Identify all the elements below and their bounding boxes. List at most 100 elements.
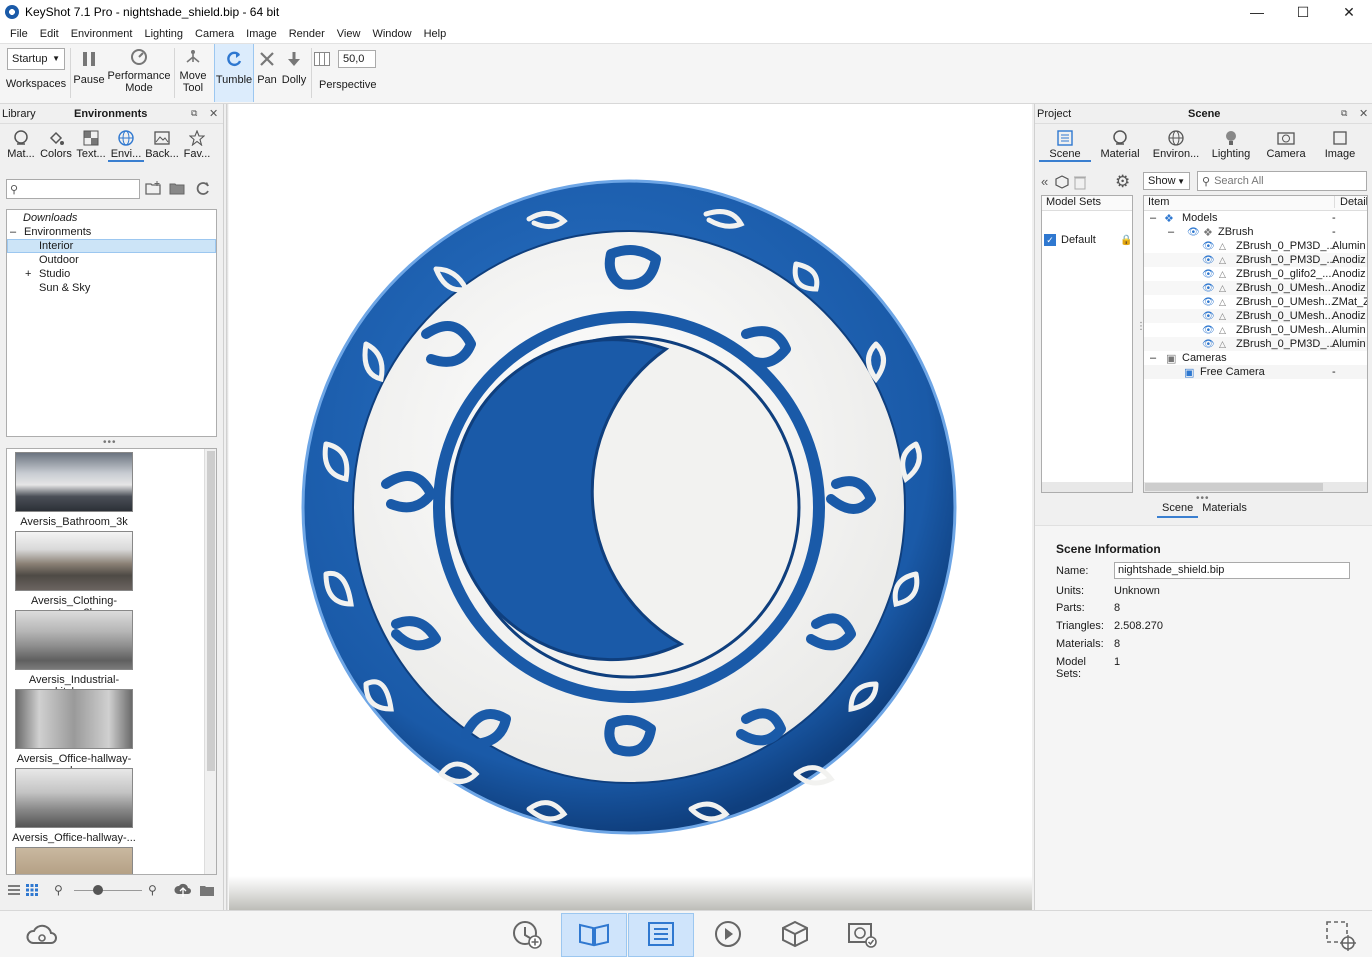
tab-environments[interactable]: Envi... xyxy=(108,128,144,162)
tab-backplates[interactable]: Back... xyxy=(144,128,180,162)
scrollbar-thumb[interactable] xyxy=(207,451,215,771)
subtab-scene[interactable]: Scene xyxy=(1157,502,1199,518)
model-set-default[interactable]: ✓ Default xyxy=(1044,234,1096,246)
menu-camera[interactable]: Camera xyxy=(189,28,240,40)
thumbnail-item[interactable]: Aversis_Bathroom_3k xyxy=(11,452,137,528)
delete-icon[interactable] xyxy=(1073,174,1087,193)
menu-window[interactable]: Window xyxy=(366,28,417,40)
pan-button[interactable]: Pan xyxy=(256,44,278,102)
list-view-icon[interactable] xyxy=(8,884,20,899)
thumbnail-item[interactable]: Aversis_Industrial-kitche... xyxy=(11,610,137,698)
menu-view[interactable]: View xyxy=(331,28,367,40)
tree-row-part[interactable]: 👁 △ ZBrush_0_UMesh... ZMat_Z xyxy=(1144,295,1367,309)
render-button[interactable] xyxy=(829,913,895,957)
grid-view-icon[interactable] xyxy=(26,884,38,899)
tab-favorites[interactable]: Fav... xyxy=(180,128,214,162)
tree-row-part[interactable]: 👁 △ ZBrush_0_PM3D_... Alumin xyxy=(1144,239,1367,253)
tree-row-part[interactable]: 👁 △ ZBrush_0_UMesh... Anodiz xyxy=(1144,281,1367,295)
tree-row-part[interactable]: 👁 △ ZBrush_0_PM3D_... Alumin xyxy=(1144,337,1367,351)
zoom-out-icon[interactable]: ⚲ xyxy=(54,883,63,897)
undock-icon[interactable]: ⧉ xyxy=(1341,108,1347,119)
refresh-icon[interactable] xyxy=(195,180,211,199)
performance-mode-button[interactable]: Performance Mode xyxy=(108,44,171,102)
library-toggle-button[interactable] xyxy=(561,913,627,957)
render-viewport[interactable] xyxy=(226,104,1032,910)
zoom-in-icon[interactable]: ⚲ xyxy=(148,883,157,897)
tree-item-downloads[interactable]: Downloads xyxy=(7,211,216,225)
scene-name-input[interactable]: nightshade_shield.bip xyxy=(1114,562,1350,579)
eye-icon[interactable]: 👁 xyxy=(1202,269,1215,280)
thumbnail-scrollbar[interactable] xyxy=(204,449,216,874)
thumbnail-item[interactable]: Aversis_Office-hallway-d... xyxy=(11,689,137,777)
thumbnail-item[interactable]: Aversis_Clothing-store_3k xyxy=(11,531,137,619)
workspace-select[interactable]: Startup ▼ xyxy=(7,48,65,70)
collapse-icon[interactable]: – xyxy=(1150,212,1156,224)
eye-icon[interactable]: 👁 xyxy=(1202,255,1215,266)
close-panel-icon[interactable]: ✕ xyxy=(1359,107,1368,120)
eye-icon[interactable]: 👁 xyxy=(1202,241,1215,252)
pause-button[interactable]: Pause xyxy=(72,44,106,102)
detail-column-header[interactable]: Detail xyxy=(1334,196,1367,208)
tree-row-zbrush[interactable]: – 👁 ❖ ZBrush - xyxy=(1144,225,1367,239)
eye-icon[interactable]: 👁 xyxy=(1202,339,1215,350)
thumbnail-size-slider[interactable] xyxy=(74,890,142,891)
tab-colors[interactable]: Colors xyxy=(38,128,74,162)
scrollbar-thumb[interactable] xyxy=(1145,483,1323,491)
folder-open-icon[interactable] xyxy=(199,882,215,901)
tab-camera[interactable]: Camera xyxy=(1259,128,1313,162)
library-search-input[interactable]: ⚲ xyxy=(6,179,140,199)
thumbnail-item[interactable]: Aversis_Office-hallway-... xyxy=(11,768,137,844)
tab-materials[interactable]: Mat... xyxy=(4,128,38,162)
tree-item-environments[interactable]: – Environments xyxy=(7,225,216,239)
item-column-header[interactable]: Item xyxy=(1148,196,1169,208)
screenshot-crosshair-icon[interactable] xyxy=(1324,919,1356,954)
cloud-upload-icon[interactable] xyxy=(174,882,192,901)
tab-textures[interactable]: Text... xyxy=(74,128,108,162)
expand-icon[interactable]: + xyxy=(25,268,39,280)
tree-row-part[interactable]: 👁 △ ZBrush_0_glifo2_... Anodiz xyxy=(1144,267,1367,281)
splitter-handle[interactable]: ••• xyxy=(103,437,117,448)
menu-help[interactable]: Help xyxy=(418,28,453,40)
tree-row-part[interactable]: 👁 △ ZBrush_0_PM3D_... Anodiz xyxy=(1144,253,1367,267)
thumbnail-item[interactable] xyxy=(11,847,137,874)
menu-environment[interactable]: Environment xyxy=(65,28,139,40)
import-button[interactable] xyxy=(494,913,560,957)
menu-file[interactable]: File xyxy=(4,28,34,40)
tree-row-part[interactable]: 👁 △ ZBrush_0_UMesh... Anodiz xyxy=(1144,309,1367,323)
add-model-set-icon[interactable] xyxy=(1053,174,1069,193)
dolly-button[interactable]: Dolly xyxy=(280,44,308,102)
scene-search-input[interactable]: ⚲ Search All xyxy=(1197,171,1367,191)
model-sets-scrollbar[interactable] xyxy=(1042,482,1132,492)
lock-icon[interactable]: 🔒 xyxy=(1120,235,1132,246)
menu-lighting[interactable]: Lighting xyxy=(138,28,189,40)
collapse-left-icon[interactable]: « xyxy=(1041,174,1048,189)
undock-icon[interactable]: ⧉ xyxy=(191,108,197,119)
maximize-button[interactable]: ☐ xyxy=(1280,0,1326,24)
checkbox-checked[interactable]: ✓ xyxy=(1044,234,1056,246)
import-folder-icon[interactable] xyxy=(169,180,185,199)
collapse-icon[interactable]: – xyxy=(1150,352,1156,364)
close-panel-icon[interactable]: ✕ xyxy=(209,107,218,120)
close-button[interactable]: ✕ xyxy=(1326,0,1372,24)
menu-edit[interactable]: Edit xyxy=(34,28,65,40)
tree-row-cameras[interactable]: – ▣ Cameras xyxy=(1144,351,1367,365)
show-dropdown[interactable]: Show ▼ xyxy=(1143,172,1190,190)
keyshotvr-button[interactable] xyxy=(762,913,828,957)
tree-item-outdoor[interactable]: Outdoor xyxy=(7,253,216,267)
animation-button[interactable] xyxy=(695,913,761,957)
tab-lighting[interactable]: Lighting xyxy=(1203,128,1259,162)
perspective-label[interactable]: Perspective xyxy=(319,79,376,91)
subtab-materials[interactable]: Materials xyxy=(1198,502,1251,518)
cloud-library-icon[interactable] xyxy=(26,921,58,950)
eye-icon[interactable]: 👁 xyxy=(1202,311,1215,322)
tab-environment[interactable]: Environ... xyxy=(1149,128,1203,162)
fov-input[interactable]: 50,0 xyxy=(338,50,376,68)
add-folder-icon[interactable] xyxy=(145,180,161,199)
tab-material[interactable]: Material xyxy=(1091,128,1149,162)
collapse-icon[interactable]: – xyxy=(1168,226,1174,238)
tab-image[interactable]: Image xyxy=(1313,128,1367,162)
move-tool-button[interactable]: Move Tool xyxy=(176,44,210,102)
eye-icon[interactable]: 👁 xyxy=(1202,283,1215,294)
tree-row-models[interactable]: – ❖ Models - xyxy=(1144,211,1367,225)
minimize-button[interactable]: — xyxy=(1234,0,1280,24)
